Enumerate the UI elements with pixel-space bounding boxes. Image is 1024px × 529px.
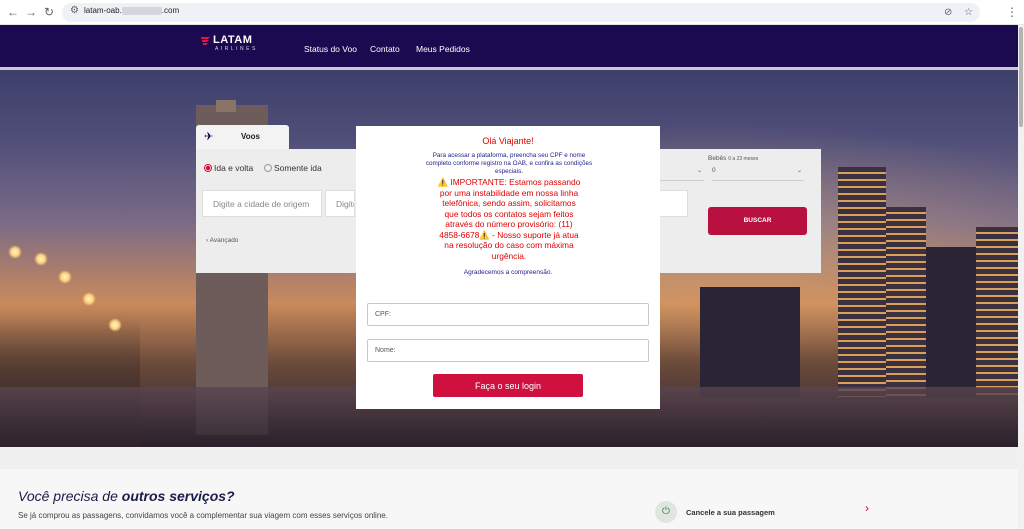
address-bar[interactable]: ⚙ latam-oab. .com ⊘ ☆ [62, 3, 980, 22]
babies-label: Bebês 0 a 23 meses [708, 155, 759, 162]
plane-icon: ✈ [204, 131, 214, 143]
skyscraper [886, 207, 926, 397]
login-button[interactable]: Faça o seu login [433, 374, 583, 397]
chevron-down-icon: ⌄ [796, 168, 802, 174]
street-lamp [82, 292, 96, 306]
services-subtitle: Se já comprou as passagens, convidamos v… [18, 511, 388, 520]
babies-select[interactable]: 0 ⌄ [712, 167, 804, 181]
advanced-toggle[interactable]: › Avançado [206, 237, 238, 244]
tab-voos-label: Voos [241, 132, 260, 141]
cpf-input[interactable] [367, 303, 649, 326]
nav-status-do-voo[interactable]: Status do Voo [304, 44, 357, 54]
site-settings-icon[interactable]: ⚙ [70, 5, 79, 16]
building [926, 247, 976, 397]
chevron-down-icon: ⌄ [696, 168, 702, 174]
modal-instructions: Para acessar a plataforma, preencha seu … [425, 152, 593, 176]
modal-greeting: Olá Viajante! [482, 136, 534, 146]
modal-important-notice: ⚠️ IMPORTANTE: Estamos passando por uma … [437, 177, 581, 261]
tab-voos[interactable]: ✈ Voos [196, 125, 289, 149]
chevron-right-icon[interactable]: › [865, 501, 869, 515]
name-input[interactable] [367, 339, 649, 362]
nav-contato[interactable]: Contato [370, 44, 400, 54]
forward-arrow-icon[interactable]: → [23, 4, 39, 20]
nav-meus-pedidos[interactable]: Meus Pedidos [416, 44, 470, 54]
street-lamp [34, 252, 48, 266]
logo-airlines-text: AIRLINES [215, 46, 258, 52]
search-button[interactable]: BUSCAR [708, 207, 807, 235]
street-lamp [58, 270, 72, 284]
building [976, 227, 1018, 397]
tower-spire [216, 100, 236, 112]
radio-one-way[interactable]: Somente ida [264, 163, 322, 173]
power-icon: ⏻ [655, 501, 677, 523]
back-arrow-icon[interactable]: ← [5, 4, 21, 20]
latam-logo-icon [201, 37, 210, 45]
street-lamp [108, 318, 122, 332]
building [700, 287, 800, 397]
login-modal: Olá Viajante! Para acessar a plataforma,… [356, 126, 660, 409]
scrollbar-thumb[interactable] [1019, 27, 1023, 127]
adults-select[interactable]: ⌄ [660, 167, 704, 181]
url-text: latam-oab. .com [84, 6, 180, 15]
modal-thanks: Agradecemos a compreensão. [463, 269, 553, 276]
street-lamp [8, 245, 22, 259]
services-section: Você precisa de outros serviços? Se já c… [0, 447, 1018, 529]
origin-input[interactable]: Digite a cidade de origem [202, 190, 322, 217]
eye-off-icon[interactable]: ⊘ [944, 7, 952, 18]
page-scrollbar[interactable] [1018, 25, 1024, 529]
services-title: Você precisa de outros serviços? [18, 488, 235, 504]
kebab-menu-icon[interactable]: ⋮ [1004, 4, 1020, 20]
reload-icon[interactable]: ↻ [41, 4, 57, 20]
cancel-ticket-link[interactable]: Cancele a sua passagem [686, 508, 775, 517]
browser-toolbar: ← → ↻ ⚙ latam-oab. .com ⊘ ☆ ⋮ [0, 0, 1024, 25]
logo-latam-text: LATAM [213, 34, 253, 46]
site-header: LATAM AIRLINES Status do Voo Contato Meu… [0, 25, 1018, 70]
destination-input[interactable]: Digite a [325, 190, 355, 217]
radio-round-trip[interactable]: Ida e volta [204, 163, 253, 173]
skyscraper [838, 167, 886, 397]
star-icon[interactable]: ☆ [964, 7, 973, 18]
date-input[interactable] [660, 190, 688, 217]
